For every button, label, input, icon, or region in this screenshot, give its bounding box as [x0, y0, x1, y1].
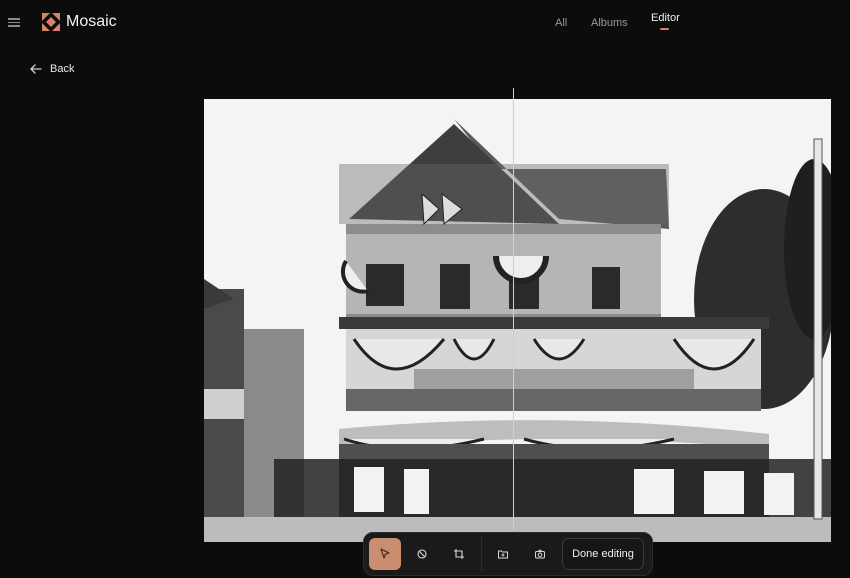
nav-editor[interactable]: Editor	[651, 12, 680, 24]
hamburger-icon[interactable]	[8, 16, 20, 28]
comparison-slider-divider[interactable]	[513, 88, 514, 530]
edited-photo	[204, 99, 831, 542]
tool-select-button[interactable]	[369, 538, 401, 570]
done-editing-button[interactable]: Done editing	[562, 538, 644, 570]
tool-color-button[interactable]	[406, 538, 438, 570]
tool-save-folder-button[interactable]	[487, 538, 519, 570]
mosaic-logo-icon	[42, 13, 60, 31]
cursor-icon	[380, 548, 390, 559]
camera-icon	[535, 549, 545, 559]
crop-icon	[454, 549, 464, 559]
app-name: Mosaic	[66, 13, 117, 30]
folder-icon	[498, 550, 508, 559]
tool-camera-button[interactable]	[524, 538, 556, 570]
arrow-left-icon	[30, 64, 42, 74]
tool-crop-button[interactable]	[443, 538, 475, 570]
back-label: Back	[50, 63, 75, 75]
active-tab-indicator	[660, 28, 669, 30]
back-button[interactable]: Back	[30, 63, 74, 75]
photo-canvas[interactable]	[204, 99, 831, 542]
toolbar-divider	[481, 537, 482, 571]
color-palette-icon	[417, 549, 427, 559]
nav-all[interactable]: All	[555, 17, 567, 29]
editor-toolbar: Done editing	[363, 532, 653, 576]
nav-albums[interactable]: Albums	[591, 17, 628, 29]
